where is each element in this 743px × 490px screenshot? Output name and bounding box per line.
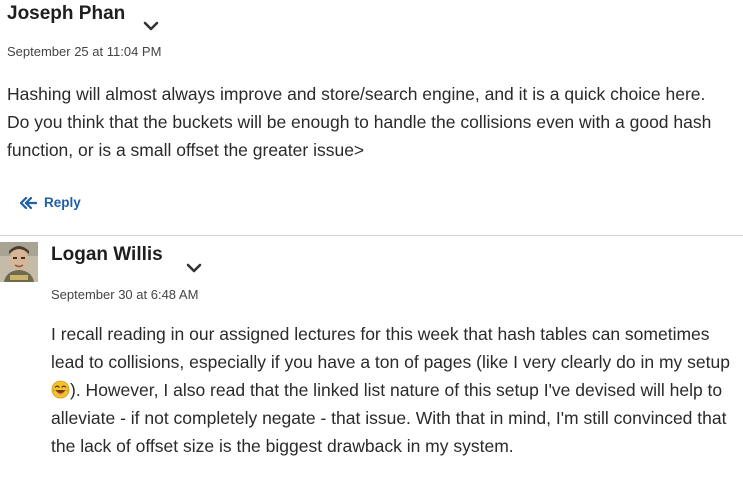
- post-body-text: Hashing will almost always improve and s…: [7, 84, 712, 160]
- user-photo-icon: [0, 242, 38, 282]
- post-body-text-end: ). However, I also read that the linked …: [51, 380, 727, 456]
- post-timestamp: September 30 at 6:48 AM: [51, 287, 199, 302]
- post-body: Hashing will almost always improve and s…: [7, 80, 727, 164]
- post-author-name: Logan Willis: [51, 244, 163, 265]
- avatar[interactable]: [0, 242, 38, 282]
- laughing-with-tears-emoji-icon: [51, 380, 70, 399]
- post-body-paragraph: I recall reading in our assigned lecture…: [51, 320, 741, 460]
- reply-icon: [19, 196, 37, 209]
- post-divider: [0, 235, 743, 236]
- post-body: I recall reading in our assigned lecture…: [51, 320, 741, 460]
- reply-button[interactable]: Reply: [19, 195, 81, 210]
- chevron-down-icon[interactable]: [186, 262, 202, 274]
- reply-label: Reply: [44, 195, 81, 210]
- post-body-text-start: I recall reading in our assigned lecture…: [51, 324, 730, 372]
- post-author-name: Joseph Phan: [7, 3, 126, 24]
- chevron-down-icon[interactable]: [143, 20, 159, 32]
- post-timestamp: September 25 at 11:04 PM: [7, 44, 162, 59]
